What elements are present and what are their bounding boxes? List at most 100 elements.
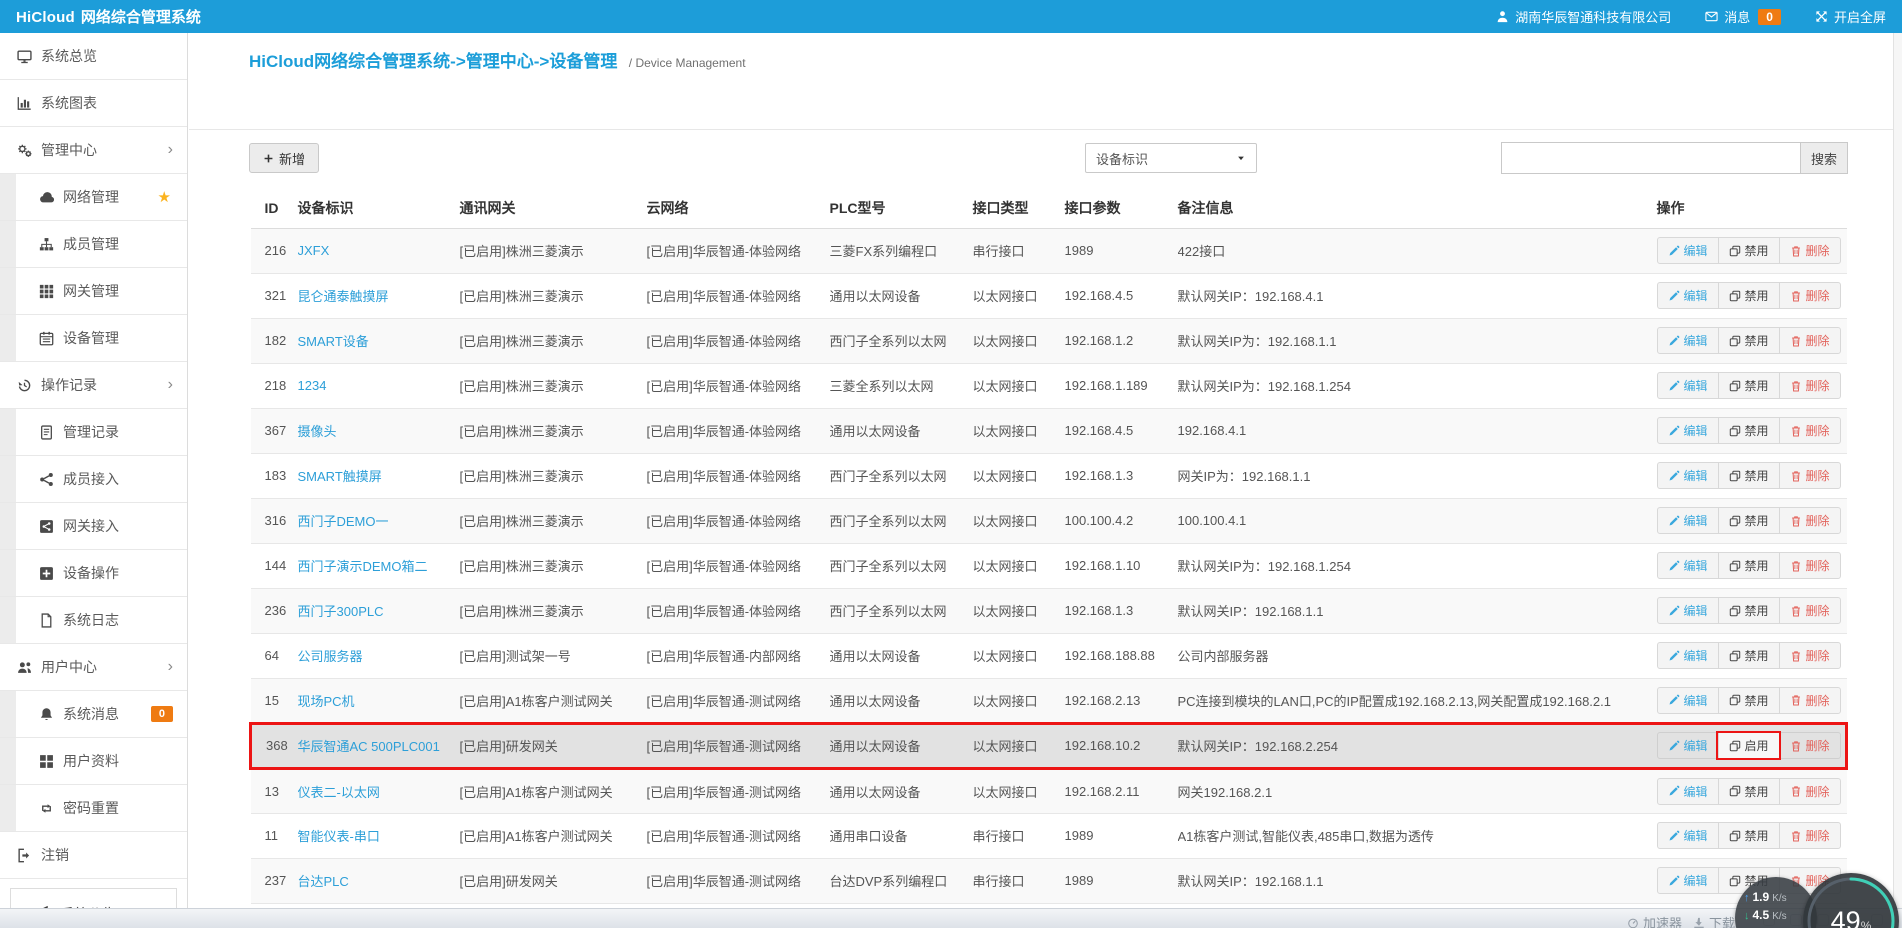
edit-button[interactable]: 编辑 [1658,733,1718,758]
edit-button[interactable]: 编辑 [1658,553,1718,578]
delete-button[interactable]: 删除 [1779,553,1840,578]
edit-button[interactable]: 编辑 [1658,463,1718,488]
device-link[interactable]: SMART设备 [298,334,369,349]
edit-button[interactable]: 编辑 [1658,779,1718,804]
disable-button[interactable]: 禁用 [1718,328,1779,353]
filter-field-select[interactable]: 设备标识 [1085,143,1257,173]
scrollbar[interactable] [1893,33,1902,928]
delete-button[interactable]: 删除 [1779,823,1840,848]
sidebar-item-admin-center[interactable]: 管理中心› [0,127,187,174]
sidebar-item-user-profile[interactable]: 用户资料 [0,738,187,785]
delete-button[interactable]: 删除 [1779,733,1840,758]
disable-button[interactable]: 禁用 [1718,688,1779,713]
device-link[interactable]: 华辰智通AC 500PLC001 [298,739,440,754]
sidebar-item-member-mgmt[interactable]: 成员管理 [0,221,187,268]
disable-button[interactable]: 禁用 [1718,553,1779,578]
device-link[interactable]: 智能仪表-串口 [298,829,380,844]
device-link[interactable]: 仪表二-以太网 [298,785,380,800]
edit-button[interactable]: 编辑 [1658,508,1718,533]
disable-button[interactable]: 禁用 [1718,508,1779,533]
edit-button[interactable]: 编辑 [1658,373,1718,398]
delete-button[interactable]: 删除 [1779,463,1840,488]
add-device-button[interactable]: 新增 [249,143,319,173]
sidebar-item-user-center[interactable]: 用户中心› [0,644,187,691]
delete-button[interactable]: 删除 [1779,598,1840,623]
delete-button[interactable]: 删除 [1779,373,1840,398]
disable-button[interactable]: 禁用 [1718,823,1779,848]
device-link[interactable]: JXFX [298,243,330,258]
sidebar-item-gateway-mgmt[interactable]: 网关管理 [0,268,187,315]
clone-icon [1729,875,1741,887]
delete-button-label: 删除 [1806,287,1830,304]
cell-plc: 通用以太网设备 [830,678,973,723]
edit-button[interactable]: 编辑 [1658,328,1718,353]
disable-button[interactable]: 禁用 [1718,779,1779,804]
disable-button[interactable]: 禁用 [1718,643,1779,668]
device-link[interactable]: 西门子演示DEMO箱二 [298,559,428,574]
disable-button[interactable]: 禁用 [1718,373,1779,398]
delete-button[interactable]: 删除 [1779,688,1840,713]
sidebar-item-admin-records[interactable]: 管理记录 [0,409,187,456]
edit-button[interactable]: 编辑 [1658,688,1718,713]
sidebar-item-member-access[interactable]: 成员接入 [0,456,187,503]
delete-button[interactable]: 删除 [1779,418,1840,443]
enable-button-label: 启用 [1745,737,1769,754]
accelerator-shortcut[interactable]: 加速器 [1627,913,1682,928]
account-menu[interactable]: 湖南华辰智通科技有限公司 [1496,7,1671,26]
delete-button[interactable]: 删除 [1779,779,1840,804]
disable-button[interactable]: 禁用 [1718,283,1779,308]
download-shortcut[interactable]: 下载 [1693,913,1735,928]
device-link[interactable]: 摄像头 [298,424,337,439]
edit-button[interactable]: 编辑 [1658,868,1718,893]
sidebar-item-charts[interactable]: 系统图表 [0,80,187,127]
sidebar-item-op-records[interactable]: 操作记录› [0,362,187,409]
memory-usage-widget[interactable]: 49 % [1803,873,1899,928]
cell-actions: 编辑禁用删除 [1657,363,1847,408]
cell-cloud: [已启用]华辰智通-体验网络 [647,363,830,408]
device-link[interactable]: 1234 [298,378,327,393]
device-link[interactable]: 台达PLC [298,874,349,889]
search-button[interactable]: 搜索 [1800,142,1848,174]
disable-button[interactable]: 禁用 [1718,238,1779,263]
pencil-icon [1668,290,1680,302]
device-link[interactable]: 西门子DEMO一 [298,514,389,529]
search-input[interactable] [1501,142,1801,174]
sidebar-item-system-logs[interactable]: 系统日志 [0,597,187,644]
device-link[interactable]: 现场PC机 [298,694,355,709]
delete-button[interactable]: 删除 [1779,508,1840,533]
edit-button[interactable]: 编辑 [1658,418,1718,443]
delete-button[interactable]: 删除 [1779,238,1840,263]
edit-button[interactable]: 编辑 [1658,238,1718,263]
edit-button[interactable]: 编辑 [1658,283,1718,308]
sidebar-item-system-messages[interactable]: 系统消息0 [0,691,187,738]
sidebar-item-gateway-access[interactable]: 网关接入 [0,503,187,550]
sidebar-item-device-ops[interactable]: 设备操作 [0,550,187,597]
trash-icon [1790,245,1802,257]
cell-id: 321 [251,273,298,318]
sidebar-item-device-mgmt[interactable]: 设备管理 [0,315,187,362]
edit-button[interactable]: 编辑 [1658,823,1718,848]
device-row-15: 15现场PC机[已启用]A1栋客户测试网关[已启用]华辰智通-测试网络通用以太网… [251,678,1847,723]
device-link[interactable]: 昆仑通泰触摸屏 [298,289,389,304]
disable-button[interactable]: 禁用 [1718,418,1779,443]
delete-button[interactable]: 删除 [1779,643,1840,668]
device-link[interactable]: 西门子300PLC [298,604,384,619]
sidebar-item-network-mgmt[interactable]: 网络管理★ [0,174,187,221]
delete-button[interactable]: 删除 [1779,283,1840,308]
cell-id: 236 [251,588,298,633]
edit-button[interactable]: 编辑 [1658,643,1718,668]
cell-plc: 通用以太网设备 [830,273,973,318]
sidebar-item-password-reset[interactable]: 密码重置 [0,785,187,832]
device-link[interactable]: SMART触摸屏 [298,469,382,484]
edit-button[interactable]: 编辑 [1658,598,1718,623]
enable-button[interactable]: 启用 [1718,733,1779,758]
disable-button[interactable]: 禁用 [1718,463,1779,488]
delete-button[interactable]: 删除 [1779,328,1840,353]
messages-menu[interactable]: 消息 0 [1705,7,1781,26]
device-link[interactable]: 公司服务器 [298,649,363,664]
sidebar-item-logout[interactable]: 注销 [0,832,187,879]
disable-button[interactable]: 禁用 [1718,598,1779,623]
sidebar-item-overview[interactable]: 系统总览 [0,33,187,80]
fullscreen-toggle[interactable]: 开启全屏 [1815,7,1886,26]
calendar-icon [39,331,54,346]
